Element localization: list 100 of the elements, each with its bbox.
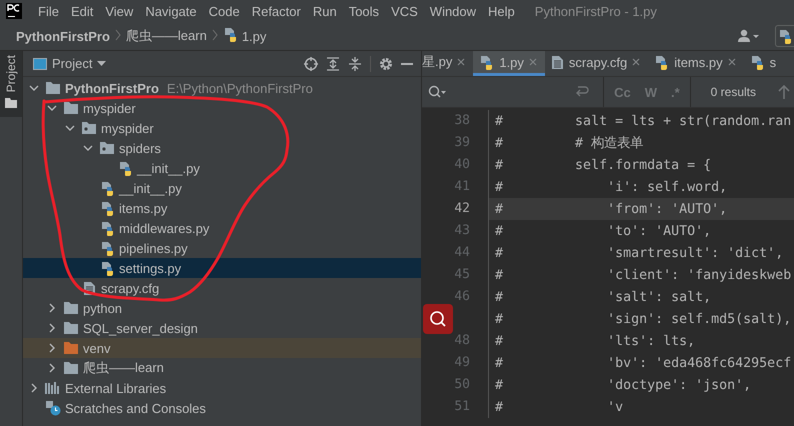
window-title: PythonFirstPro - 1.py <box>534 4 657 18</box>
tree-row[interactable]: __init__.py <box>23 158 421 178</box>
chevron-down-icon[interactable] <box>47 105 57 111</box>
search-results-count: 0 results <box>710 85 757 99</box>
menu-item[interactable]: Edit <box>64 4 100 18</box>
tree-row[interactable]: PythonFirstPro E:\Python\PythonFirstPro <box>23 78 421 98</box>
tree-row[interactable]: __init__.py <box>23 178 421 198</box>
run-config-button[interactable] <box>775 25 794 47</box>
collapse-all-icon[interactable] <box>348 56 362 70</box>
line-number: 42 <box>454 201 470 216</box>
python-file-icon <box>479 54 494 70</box>
code-line: # 'sign': self.md5(salt), <box>494 312 792 326</box>
search-icon <box>428 85 446 99</box>
menu-item[interactable]: Code <box>202 4 246 18</box>
libraries-icon <box>45 381 61 395</box>
editor-tab[interactable]: s <box>744 51 784 76</box>
line-number: 39 <box>454 135 470 150</box>
folder-icon <box>63 301 79 315</box>
python-file-icon <box>778 28 792 44</box>
chevron-down-icon[interactable] <box>65 125 75 131</box>
code-line: # # 构造表单 <box>494 134 644 152</box>
python-file-icon <box>118 160 132 176</box>
python-file-icon <box>222 27 238 42</box>
close-icon[interactable] <box>457 58 466 66</box>
python-file-icon <box>100 240 114 256</box>
python-file-icon <box>654 54 670 70</box>
line-number: 44 <box>454 245 470 260</box>
python-file-icon <box>100 220 114 236</box>
code-line: # 'v <box>494 400 624 414</box>
code-line: # 'i': self.word, <box>494 180 728 194</box>
line-number: 51 <box>454 399 470 414</box>
close-icon[interactable] <box>728 58 736 66</box>
settings-icon[interactable] <box>379 56 393 70</box>
close-icon[interactable] <box>632 58 640 66</box>
line-number: 38 <box>454 113 470 128</box>
package-folder-icon <box>99 141 115 155</box>
editor-tab[interactable]: 1.py <box>473 51 545 76</box>
code-line: # 'lts': lts, <box>494 334 696 348</box>
chevron-down-icon[interactable] <box>29 85 39 91</box>
editor-tab[interactable]: 星.py <box>422 51 474 76</box>
tree-row[interactable]: 爬虫——learn <box>23 358 421 378</box>
tree-row[interactable]: myspider <box>23 98 421 118</box>
line-number: 49 <box>454 355 470 370</box>
package-folder-icon <box>81 121 97 135</box>
search-marker-icon[interactable] <box>423 304 453 334</box>
chevron-right-icon[interactable] <box>49 363 55 373</box>
tree-row[interactable]: spiders <box>23 138 421 158</box>
menu-item[interactable]: Tools <box>342 4 386 18</box>
chevron-down-icon[interactable] <box>83 145 93 151</box>
menu-item[interactable]: Window <box>424 4 482 18</box>
line-number: 40 <box>454 157 470 172</box>
chevron-right-icon[interactable] <box>49 303 55 313</box>
window-icon <box>33 58 47 70</box>
chevron-right-icon[interactable] <box>31 383 37 393</box>
line-number: 41 <box>454 179 470 194</box>
line-number: 45 <box>454 267 470 282</box>
line-number: 46 <box>454 289 470 304</box>
chevron-right-icon[interactable] <box>49 343 55 353</box>
line-number: 43 <box>454 223 470 238</box>
menu-item[interactable]: Help <box>482 4 521 18</box>
tree-row[interactable]: venv <box>23 338 421 358</box>
project-view-dropdown[interactable]: Project <box>33 56 106 71</box>
tree-row[interactable]: myspider <box>23 118 421 138</box>
tree-row[interactable]: settings.py <box>23 258 421 278</box>
tree-row[interactable]: Scratches and Consoles <box>23 398 421 418</box>
menu-item[interactable]: Refactor <box>246 4 307 18</box>
tree-row[interactable]: python <box>23 298 421 318</box>
editor-tab[interactable]: scrapy.cfg <box>544 51 648 76</box>
chevron-separator-icon <box>114 28 121 40</box>
tree-row[interactable]: SQL_server_design <box>23 318 421 338</box>
breadcrumb-item[interactable]: 爬虫——learn <box>126 27 207 45</box>
tree-row[interactable]: scrapy.cfg <box>23 278 421 298</box>
python-file-icon <box>100 180 114 196</box>
code-line: # 'bv': 'eda468fc64295ecf <box>494 356 792 370</box>
caret-icon <box>97 61 106 66</box>
locate-icon[interactable] <box>304 56 318 70</box>
python-file-icon <box>100 260 114 276</box>
app-logo-icon <box>6 3 22 19</box>
breadcrumb-item[interactable]: PythonFirstPro <box>16 28 110 44</box>
chevron-right-icon[interactable] <box>49 323 55 333</box>
line-number: 48 <box>454 333 470 348</box>
tree-row[interactable]: pipelines.py <box>23 238 421 258</box>
editor-tab[interactable]: items.py <box>648 51 744 76</box>
line-number: 50 <box>454 377 470 392</box>
expand-all-icon[interactable] <box>326 56 340 70</box>
tree-row[interactable]: items.py <box>23 198 421 218</box>
tree-row[interactable]: External Libraries <box>23 378 421 398</box>
folder-icon <box>63 361 79 375</box>
menu-item[interactable]: Run <box>306 4 343 18</box>
menu-item[interactable]: VCS <box>385 4 424 18</box>
menu-item[interactable]: File <box>32 4 65 18</box>
tree-row[interactable]: middlewares.py <box>23 218 421 238</box>
user-icon[interactable] <box>737 29 761 43</box>
chevron-separator-icon <box>212 28 218 40</box>
code-line: # 'salt': salt, <box>494 290 712 304</box>
menu-item[interactable]: Navigate <box>139 4 203 18</box>
menu-item[interactable]: View <box>99 4 140 18</box>
project-tool-tab[interactable]: Project <box>0 51 22 118</box>
breadcrumb-item[interactable]: 1.py <box>222 27 266 45</box>
python-file-icon <box>750 54 765 70</box>
